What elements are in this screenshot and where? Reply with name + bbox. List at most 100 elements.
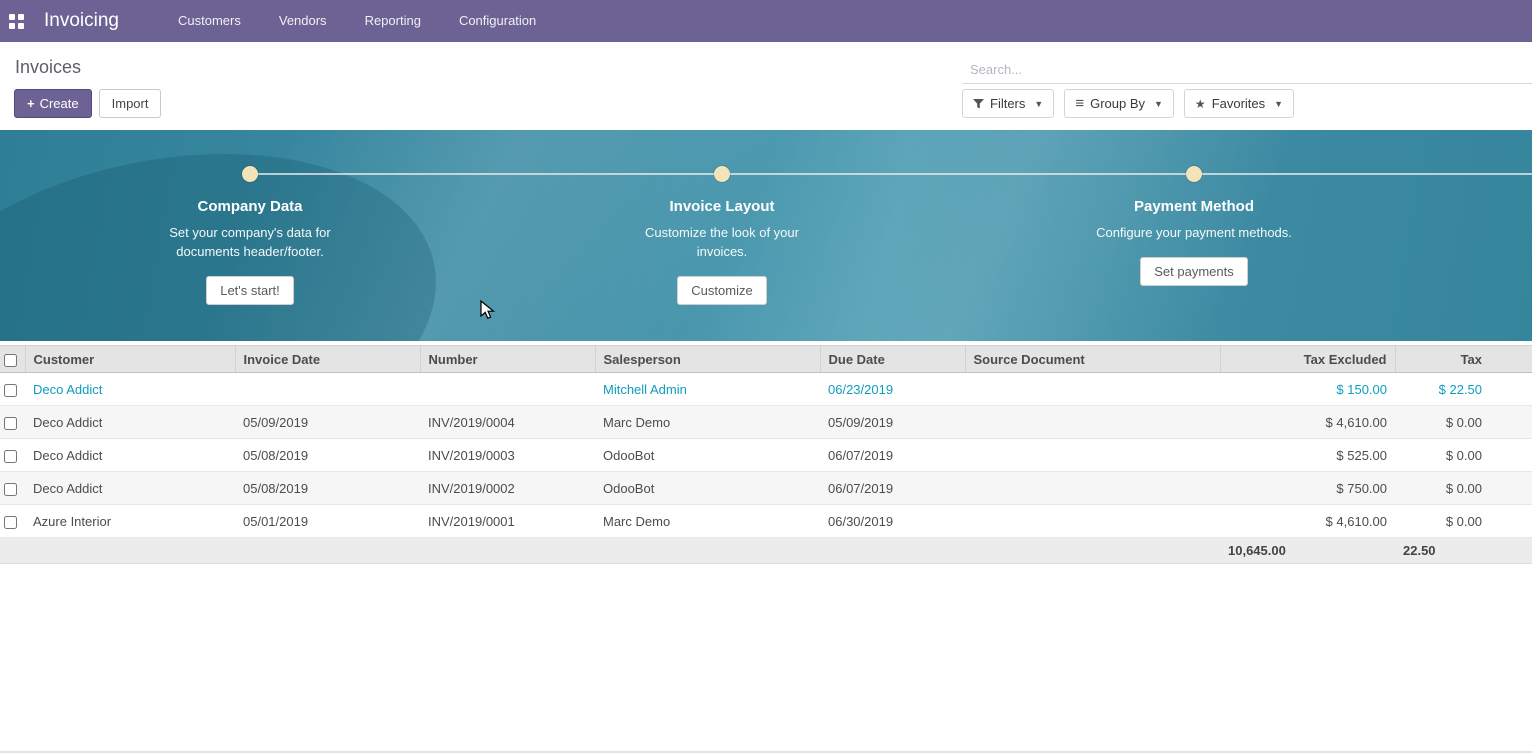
customize-button[interactable]: Customize <box>677 276 766 305</box>
cell-salesperson[interactable]: Marc Demo <box>595 505 820 538</box>
row-checkbox[interactable] <box>4 450 17 463</box>
step-title: Payment Method <box>1064 198 1324 215</box>
cell-tax[interactable]: $ 0.00 <box>1395 406 1532 439</box>
app-name[interactable]: Invoicing <box>44 10 119 32</box>
cell-tax[interactable]: $ 0.00 <box>1395 439 1532 472</box>
cell-invoice-date[interactable]: 05/08/2019 <box>235 472 420 505</box>
table-row[interactable]: Deco Addict05/09/2019INV/2019/0004Marc D… <box>0 406 1532 439</box>
cell-customer[interactable]: Deco Addict <box>25 406 235 439</box>
row-checkbox-cell <box>0 406 25 439</box>
filters-button[interactable]: Filters ▼ <box>962 89 1054 118</box>
cell-invoice-date[interactable] <box>235 373 420 406</box>
search-options: Filters ▼ ≡ Group By ▼ ★ Favorites ▼ <box>962 89 1294 118</box>
cell-due-date[interactable]: 06/07/2019 <box>820 472 965 505</box>
column-header-number[interactable]: Number <box>420 346 595 373</box>
action-buttons: + Create Import <box>14 89 161 118</box>
cell-salesperson[interactable]: OdooBot <box>595 472 820 505</box>
lets-start-button[interactable]: Let's start! <box>206 276 294 305</box>
page-title: Invoices <box>15 57 81 78</box>
cell-salesperson[interactable]: Marc Demo <box>595 406 820 439</box>
cell-number[interactable] <box>420 373 595 406</box>
cell-tax[interactable]: $ 22.50 <box>1395 373 1532 406</box>
search-input[interactable] <box>962 56 1532 84</box>
chevron-down-icon: ▼ <box>1274 99 1283 109</box>
column-header-tax[interactable]: Tax <box>1395 346 1532 373</box>
set-payments-button[interactable]: Set payments <box>1140 257 1248 286</box>
row-checkbox-cell <box>0 505 25 538</box>
table-row[interactable]: Azure Interior05/01/2019INV/2019/0001Mar… <box>0 505 1532 538</box>
create-button-label: Create <box>40 96 79 111</box>
step-description: Set your company's data for documents he… <box>150 223 350 261</box>
menu-reporting[interactable]: Reporting <box>346 0 440 42</box>
cell-customer[interactable]: Deco Addict <box>25 472 235 505</box>
star-icon: ★ <box>1195 97 1206 111</box>
group-by-icon: ≡ <box>1075 96 1084 111</box>
cell-due-date[interactable]: 06/07/2019 <box>820 439 965 472</box>
cell-invoice-date[interactable]: 05/09/2019 <box>235 406 420 439</box>
onboarding-step-company-data: Company Data Set your company's data for… <box>120 166 380 305</box>
cell-number[interactable]: INV/2019/0004 <box>420 406 595 439</box>
column-header-salesperson[interactable]: Salesperson <box>595 346 820 373</box>
invoice-table-body: Deco Addict Mitchell Admin06/23/2019 $ 150… <box>0 373 1532 538</box>
step-description: Configure your payment methods. <box>1069 223 1319 242</box>
top-navbar: Invoicing Customers Vendors Reporting Co… <box>0 0 1532 42</box>
cell-source-document[interactable] <box>965 373 1220 406</box>
cell-customer[interactable]: Deco Addict <box>25 373 235 406</box>
cell-source-document[interactable] <box>965 406 1220 439</box>
cell-number[interactable]: INV/2019/0003 <box>420 439 595 472</box>
filter-funnel-icon <box>973 99 984 109</box>
menu-vendors[interactable]: Vendors <box>260 0 346 42</box>
onboarding-progress-line <box>250 173 1532 175</box>
cell-source-document[interactable] <box>965 439 1220 472</box>
cell-number[interactable]: INV/2019/0002 <box>420 472 595 505</box>
select-all-checkbox[interactable] <box>4 354 17 367</box>
table-row[interactable]: Deco Addict05/08/2019INV/2019/0002OdooBo… <box>0 472 1532 505</box>
table-header-row: Customer Invoice Date Number Salesperson… <box>0 346 1532 373</box>
cell-tax-excluded[interactable]: $ 4,610.00 <box>1220 406 1395 439</box>
cell-due-date[interactable]: 06/23/2019 <box>820 373 965 406</box>
cell-due-date[interactable]: 06/30/2019 <box>820 505 965 538</box>
filters-button-label: Filters <box>990 96 1025 111</box>
row-checkbox[interactable] <box>4 483 17 496</box>
column-header-customer[interactable]: Customer <box>25 346 235 373</box>
column-header-invoice-date[interactable]: Invoice Date <box>235 346 420 373</box>
total-tax-excluded: 10,645.00 <box>1220 538 1395 564</box>
step-dot <box>242 166 258 182</box>
cell-tax[interactable]: $ 0.00 <box>1395 472 1532 505</box>
create-button[interactable]: + Create <box>14 89 92 118</box>
apps-grid-icon[interactable] <box>9 14 24 29</box>
cell-number[interactable]: INV/2019/0001 <box>420 505 595 538</box>
cell-salesperson[interactable]: Mitchell Admin <box>595 373 820 406</box>
table-row[interactable]: Deco Addict05/08/2019INV/2019/0003OdooBo… <box>0 439 1532 472</box>
cell-tax[interactable]: $ 0.00 <box>1395 505 1532 538</box>
cell-salesperson[interactable]: OdooBot <box>595 439 820 472</box>
favorites-button[interactable]: ★ Favorites ▼ <box>1184 89 1294 118</box>
row-checkbox[interactable] <box>4 516 17 529</box>
cell-tax-excluded[interactable]: $ 150.00 <box>1220 373 1395 406</box>
cell-invoice-date[interactable]: 05/08/2019 <box>235 439 420 472</box>
column-header-due-date[interactable]: Due Date <box>820 346 965 373</box>
import-button[interactable]: Import <box>99 89 162 118</box>
cell-source-document[interactable] <box>965 472 1220 505</box>
total-tax: 22.50 <box>1395 538 1532 564</box>
cell-due-date[interactable]: 05/09/2019 <box>820 406 965 439</box>
cell-source-document[interactable] <box>965 505 1220 538</box>
table-totals-row: 10,645.00 22.50 <box>0 538 1532 564</box>
cell-customer[interactable]: Azure Interior <box>25 505 235 538</box>
cell-tax-excluded[interactable]: $ 750.00 <box>1220 472 1395 505</box>
invoice-list-view: Customer Invoice Date Number Salesperson… <box>0 345 1532 564</box>
column-header-tax-excluded[interactable]: Tax Excluded <box>1220 346 1395 373</box>
step-dot <box>714 166 730 182</box>
control-panel: Invoices + Create Import Filters ▼ ≡ Gro… <box>0 42 1532 130</box>
cell-tax-excluded[interactable]: $ 4,610.00 <box>1220 505 1395 538</box>
group-by-button[interactable]: ≡ Group By ▼ <box>1064 89 1174 118</box>
column-header-source-document[interactable]: Source Document <box>965 346 1220 373</box>
row-checkbox[interactable] <box>4 417 17 430</box>
cell-invoice-date[interactable]: 05/01/2019 <box>235 505 420 538</box>
cell-tax-excluded[interactable]: $ 525.00 <box>1220 439 1395 472</box>
row-checkbox[interactable] <box>4 384 17 397</box>
table-row[interactable]: Deco Addict Mitchell Admin06/23/2019 $ 150… <box>0 373 1532 406</box>
cell-customer[interactable]: Deco Addict <box>25 439 235 472</box>
menu-customers[interactable]: Customers <box>159 0 260 42</box>
menu-configuration[interactable]: Configuration <box>440 0 555 42</box>
